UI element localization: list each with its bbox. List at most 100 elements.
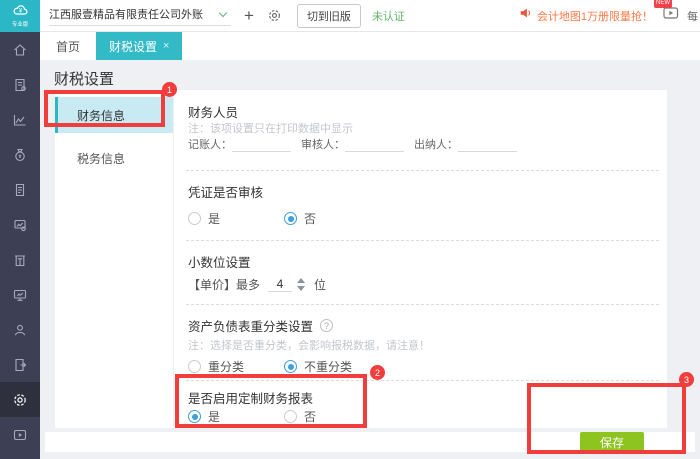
sidebar-item-checkout[interactable] [0, 347, 40, 382]
section-voucher-audit-title: 凭证是否审核 [188, 186, 264, 200]
section-reclass-title: 资产负债表重分类设置 ? [188, 316, 334, 335]
section-staff-title: 财务人员 [188, 106, 239, 120]
reclass-title-text: 资产负债表重分类设置 [188, 320, 314, 334]
truncated-right-text: 每 [687, 10, 698, 23]
cashier-input[interactable] [458, 138, 517, 152]
section-reclass-note: 注：选择是否重分类，会影响报税数据，请注意！ [188, 340, 430, 352]
sidebar-item-voucher[interactable] [0, 67, 40, 102]
sidebar-item-settings[interactable] [0, 382, 40, 417]
decimal-value-input[interactable]: 4 [268, 277, 293, 292]
stepper-up-icon[interactable] [297, 278, 306, 283]
stepper-down-icon[interactable] [297, 286, 306, 291]
submenu-tax-label: 税务信息 [77, 151, 126, 166]
bookkeeper-field: 记账人： [188, 136, 291, 152]
sidebar-item-cashier[interactable] [0, 242, 40, 277]
annotation-badge-1: 1 [162, 82, 177, 97]
bookkeeper-input[interactable] [232, 138, 291, 152]
auditor-label: 审核人： [301, 139, 345, 151]
bookkeeper-label: 记账人： [188, 139, 232, 151]
radio-label: 是 [208, 410, 221, 424]
radio-circle [284, 410, 297, 423]
submenu-item-finance-info[interactable]: 财务信息 [55, 97, 173, 133]
radio-voucher-audit-yes[interactable]: 是 [188, 210, 284, 227]
doc-export-icon [12, 357, 28, 373]
voucher-audit-options: 是 否 [188, 210, 380, 227]
reclass-options: 重分类 不重分类 [188, 358, 380, 375]
announcement[interactable]: 会计地图1万册限量抢！ [519, 6, 653, 25]
content-area: 财税设置 财务信息 税务信息 财务人员 注：该项设置只在打印数据中显示 记账人：… [40, 60, 700, 459]
invoice-icon [12, 182, 28, 198]
custom-report-options: 是 否 [188, 408, 380, 425]
annotation-badge-2: 2 [370, 365, 385, 380]
decimal-prefix-label: 【单价】最多 [188, 278, 261, 292]
auditor-input[interactable] [345, 138, 404, 152]
close-tab-icon[interactable]: × [163, 40, 169, 52]
radio-reclass-no[interactable]: 不重分类 [284, 358, 380, 375]
video-player-icon [663, 6, 679, 25]
speaker-icon [519, 6, 533, 25]
voucher-icon [12, 77, 28, 93]
radio-label: 重分类 [208, 360, 245, 374]
company-name: 江西服壹精品有限责任公司外账 [49, 8, 203, 21]
logo-edition-label: 专业版 [11, 21, 29, 28]
promo-text[interactable]: 会计地图1万册限量抢！ [537, 8, 653, 24]
app-logo[interactable]: ¥ 专业版 [0, 0, 40, 32]
tutorial-video-button[interactable]: NEW [654, 0, 679, 25]
tab-home[interactable]: 首页 [40, 32, 96, 60]
radio-circle-selected [284, 360, 297, 373]
money-bag-icon [12, 147, 28, 163]
sidebar-item-assets[interactable] [0, 207, 40, 242]
radio-voucher-audit-no[interactable]: 否 [284, 210, 380, 227]
section-custom-report-title: 是否启用定制财务报表 [188, 392, 314, 406]
page-title: 财税设置 [54, 71, 115, 88]
divider [186, 170, 659, 171]
section-staff-note: 注：该项设置只在打印数据中显示 [188, 123, 353, 135]
cashier-field: 出纳人： [414, 136, 517, 152]
radio-circle-selected [284, 212, 297, 225]
cashier-icon [12, 252, 28, 268]
chevron-down-icon [218, 8, 228, 17]
divider [186, 304, 659, 305]
radio-label: 是 [208, 212, 221, 226]
annotation-badge-3: 3 [679, 372, 694, 387]
decimal-setting-row: 【单价】最多 4 位 [188, 276, 326, 293]
radio-custom-report-no[interactable]: 否 [284, 408, 380, 425]
auditor-field: 审核人： [301, 136, 404, 152]
radio-reclass-yes[interactable]: 重分类 [188, 358, 284, 375]
home-icon [12, 42, 28, 58]
settings-gear-icon[interactable] [267, 8, 282, 23]
tab-bar: 首页 财税设置 × [40, 32, 700, 60]
switch-old-version-button[interactable]: 切到旧版 [296, 3, 361, 28]
app-window: ¥ 专业版 江西服壹精品有限责任公司外账 + 切到旧版 未认证 会计地图1万册限… [0, 0, 700, 459]
tab-tax-settings[interactable]: 财税设置 × [96, 32, 183, 60]
sidebar-item-reports[interactable] [0, 102, 40, 137]
save-button[interactable]: 保存 [580, 432, 644, 452]
add-account-icon[interactable]: + [244, 7, 254, 24]
radio-circle [188, 212, 201, 225]
decimal-stepper [297, 278, 306, 291]
sidebar-item-invoice[interactable] [0, 172, 40, 207]
divider [186, 380, 659, 381]
monitor-icon [12, 287, 28, 303]
sidebar-item-funds[interactable] [0, 137, 40, 172]
company-selector[interactable]: 江西服壹精品有限责任公司外账 [49, 6, 231, 26]
asset-card-icon [12, 217, 28, 233]
cashier-label: 出纳人： [414, 139, 458, 151]
cloud-logo-icon: ¥ [12, 3, 29, 22]
tab-tax-settings-label: 财税设置 [109, 39, 158, 54]
radio-custom-report-yes[interactable]: 是 [188, 408, 284, 425]
settings-submenu: 财务信息 税务信息 [55, 90, 173, 428]
radio-label: 否 [304, 410, 317, 424]
submenu-item-tax-info[interactable]: 税务信息 [55, 140, 173, 176]
sidebar-item-tutorial[interactable] [0, 417, 40, 452]
radio-circle-selected [188, 410, 201, 423]
sidebar-item-home[interactable] [0, 32, 40, 67]
sidebar-item-salary[interactable] [0, 312, 40, 347]
video-icon [12, 427, 28, 443]
staff-field-row: 记账人： 审核人： 出纳人： [188, 136, 527, 152]
sidebar-item-statements[interactable] [0, 277, 40, 312]
decimal-suffix-label: 位 [314, 278, 327, 292]
finance-settings-panel: 财务人员 注：该项设置只在打印数据中显示 记账人： 审核人： 出纳人： 凭证是否… [174, 90, 667, 428]
help-icon[interactable]: ? [320, 319, 334, 332]
main-sidebar [0, 32, 40, 459]
